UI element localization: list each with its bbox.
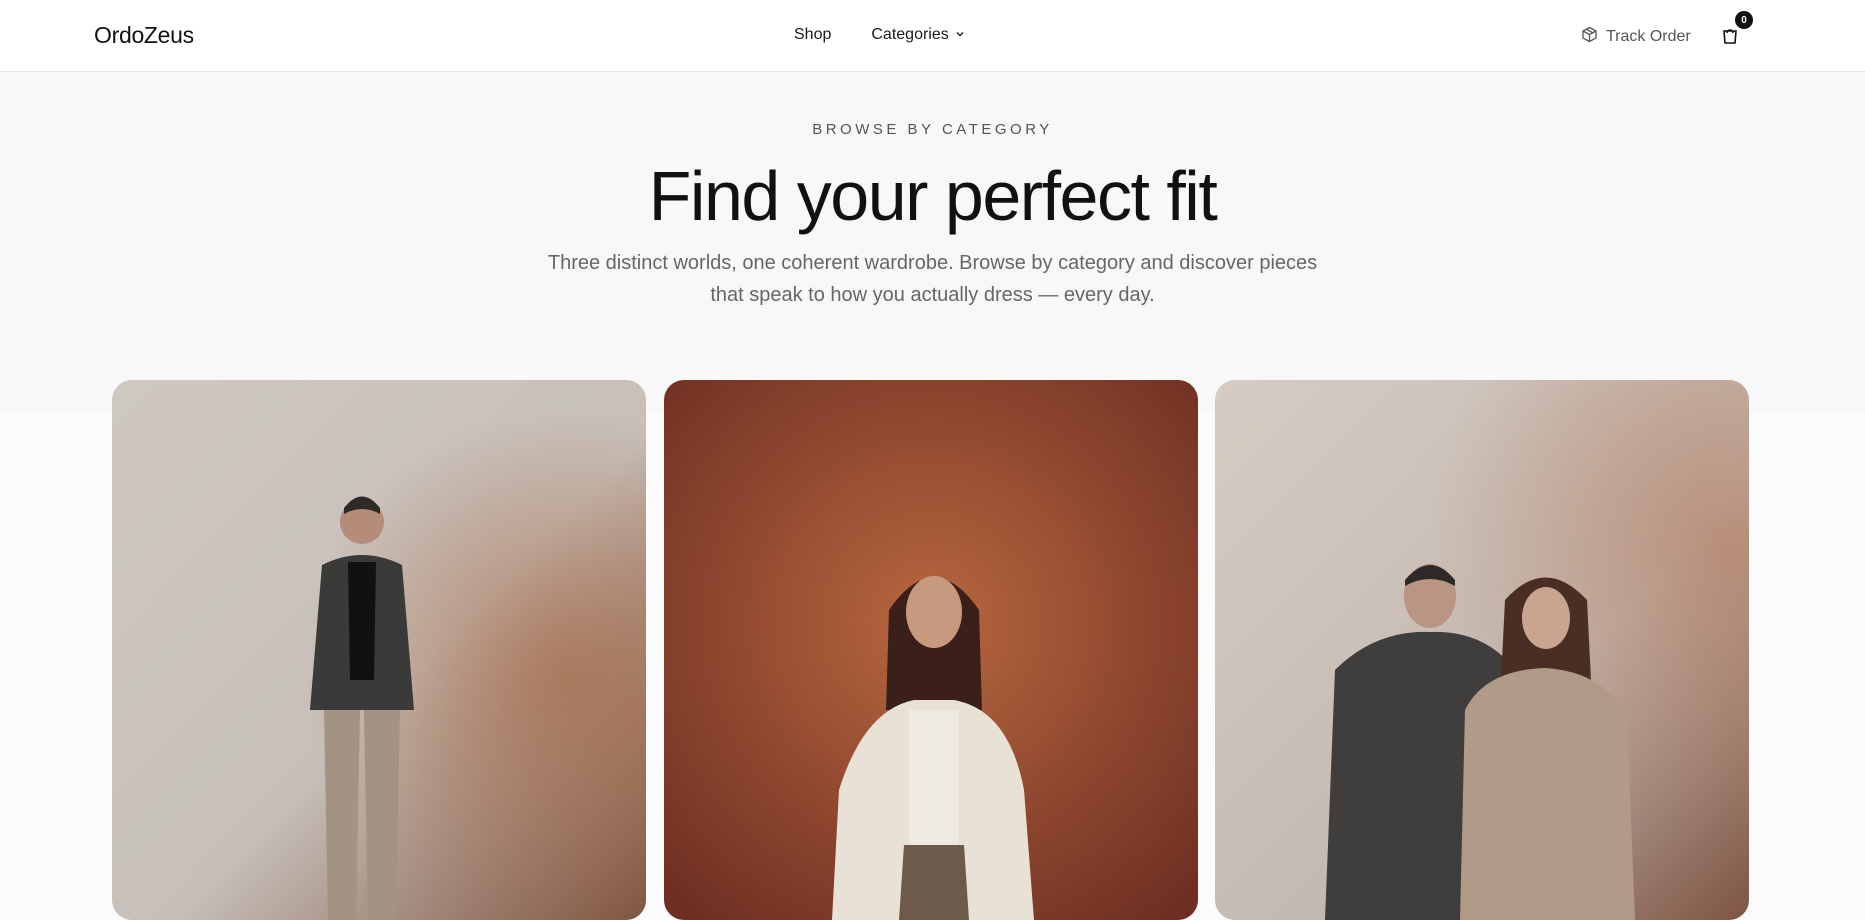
chevron-down-icon bbox=[955, 26, 965, 44]
nav-categories-label: Categories bbox=[871, 26, 949, 43]
hero-eyebrow: BROWSE BY CATEGORY bbox=[812, 121, 1053, 138]
nav-categories[interactable]: Categories bbox=[871, 26, 964, 44]
hero-title: Find your perfect fit bbox=[648, 157, 1218, 235]
cart-button[interactable] bbox=[1719, 24, 1741, 46]
nav-shop[interactable]: Shop bbox=[794, 26, 831, 44]
track-order-link[interactable]: Track Order bbox=[1581, 26, 1691, 48]
category-card-3[interactable] bbox=[1215, 380, 1749, 920]
hero-subtitle: Three distinct worlds, one coherent ward… bbox=[547, 252, 1318, 306]
track-order-label: Track Order bbox=[1606, 28, 1691, 45]
shopping-bag-icon bbox=[1719, 29, 1741, 50]
category-image-1 bbox=[112, 380, 646, 920]
cart-count-badge: 0 bbox=[1735, 11, 1753, 29]
brand-logo[interactable]: OrdoZeus bbox=[94, 22, 194, 49]
category-image-2 bbox=[664, 380, 1198, 920]
site-header: OrdoZeus Shop Categories Track Order 0 bbox=[0, 0, 1865, 72]
package-icon bbox=[1581, 26, 1598, 48]
category-image-3 bbox=[1215, 380, 1749, 920]
nav-shop-label: Shop bbox=[794, 26, 832, 43]
category-card-1[interactable] bbox=[112, 380, 646, 920]
main-nav: Shop Categories bbox=[794, 26, 965, 44]
category-card-2[interactable] bbox=[664, 380, 1198, 920]
